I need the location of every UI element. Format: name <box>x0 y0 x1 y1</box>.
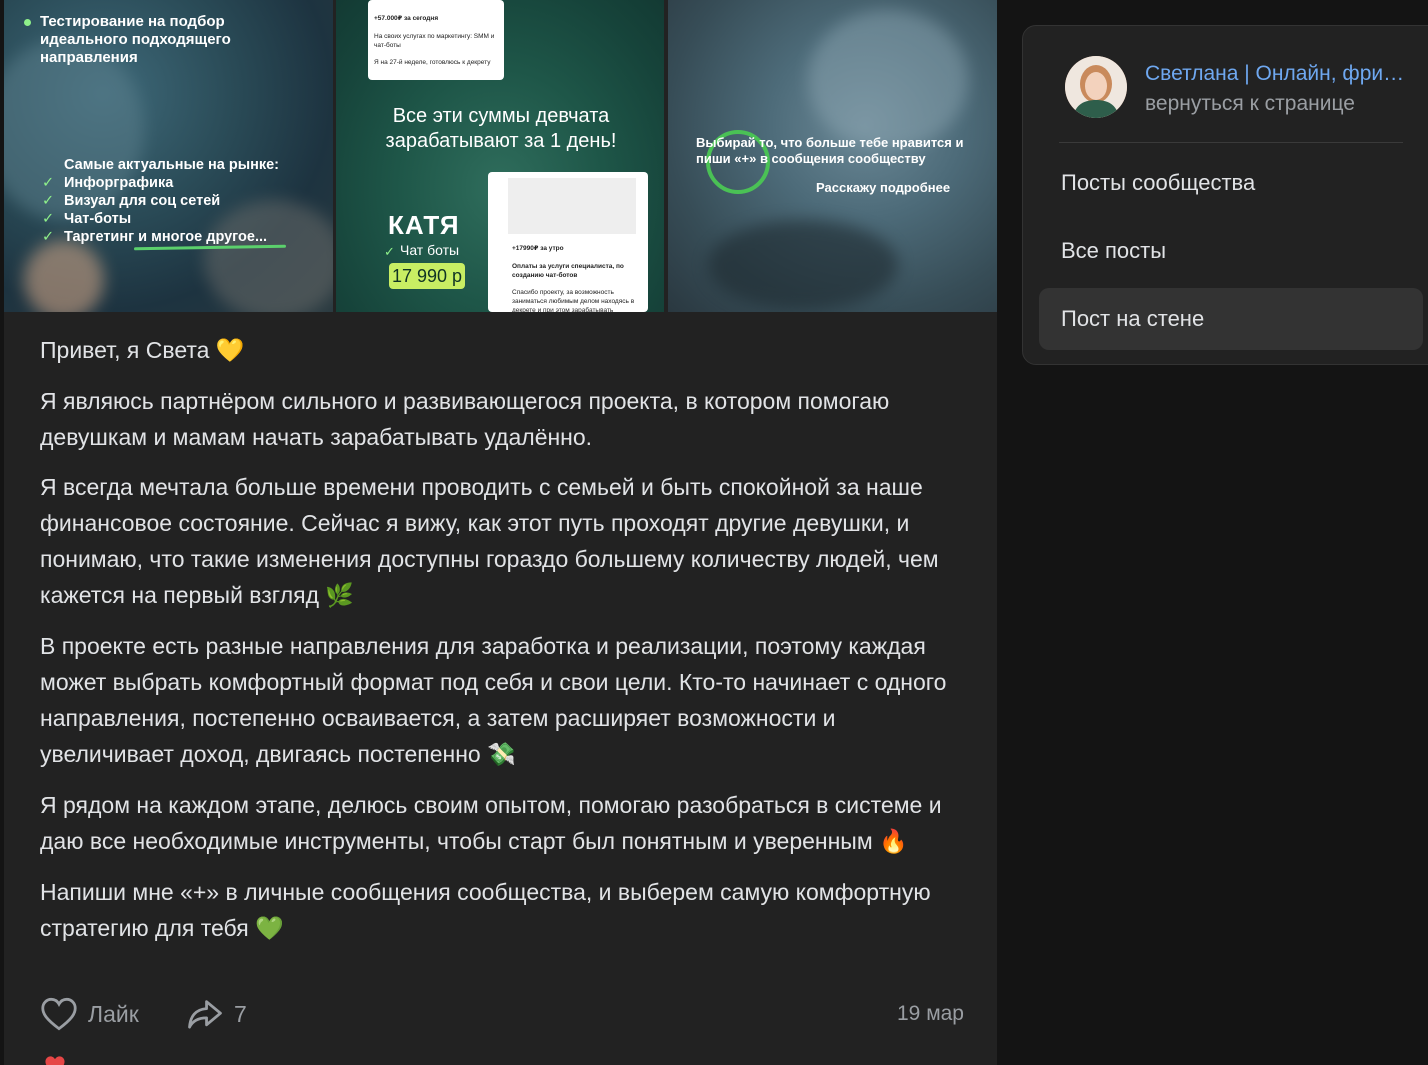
community-side-panel: Светлана | Онлайн, фриланс вернуться к с… <box>1022 25 1428 365</box>
post-paragraph: Привет, я Света 💛 <box>40 332 970 369</box>
reaction-heart-icon <box>40 1055 72 1065</box>
like-button[interactable]: Лайк <box>40 996 139 1032</box>
nav-item-wall-post[interactable]: Пост на стене <box>1039 288 1423 350</box>
post-actions: Лайк 7 19 мар <box>40 994 970 1034</box>
community-name-link[interactable]: Светлана | Онлайн, фриланс <box>1145 62 1413 86</box>
check-icon: ✓ <box>384 244 395 259</box>
phone-text: Спасибо проекту, за возможность занимать… <box>512 289 635 312</box>
community-header[interactable]: Светлана | Онлайн, фриланс вернуться к с… <box>1065 56 1413 120</box>
photo-more-text: Расскажу подробнее <box>816 180 951 195</box>
phone-screenshot: +57.000₽ за сегодня На своих услугах по … <box>368 0 504 80</box>
post-card: Тестирование на подбор идеального подход… <box>4 0 997 1065</box>
photo-text: Выбирай то, что больше тебе нравится и п… <box>696 135 964 166</box>
share-count: 7 <box>234 1000 247 1027</box>
photo-list: Самые актуальные на рынке: ✓ Инфорграфика… <box>42 156 279 246</box>
heart-icon <box>41 997 77 1031</box>
post-paragraph: В проекте есть разные направления для за… <box>40 628 970 773</box>
money-wings-emoji: 💸 <box>487 742 516 768</box>
photo-headline: Все эти суммы девчата зарабатывают за 1 … <box>385 105 617 152</box>
photo-list-heading: Самые актуальные на рынке: <box>64 157 279 173</box>
back-to-page-link[interactable]: вернуться к странице <box>1145 92 1355 116</box>
phone-text: +57.000₽ за сегодня <box>374 15 439 22</box>
post-paragraph: Напиши мне «+» в личные сообщения сообще… <box>40 874 970 947</box>
post-photo-3[interactable]: Выбирай то, что больше тебе нравится и п… <box>668 0 997 312</box>
phone-text: +17990₽ за утро <box>512 245 564 252</box>
nav-item-community-posts[interactable]: Посты сообщества <box>1039 152 1423 214</box>
post-paragraph: Я рядом на каждом этапе, делюсь своим оп… <box>40 787 970 860</box>
divider <box>1059 142 1403 143</box>
community-avatar[interactable] <box>1065 56 1127 118</box>
check-icon: ✓ <box>42 175 55 191</box>
bullet-dot <box>24 19 31 26</box>
photo-list-item: ✓ Таргетинг и многое другое... <box>42 229 268 245</box>
photo-role: Чат боты <box>400 242 460 258</box>
nav-item-all-posts[interactable]: Все посты <box>1039 220 1423 282</box>
phone-text: Я на 27-й неделе, готовлюсь к декрету <box>374 59 491 66</box>
check-icon: ✓ <box>42 211 55 227</box>
share-button[interactable]: 7 <box>186 996 247 1032</box>
post-paragraph: Я являюсь партнёром сильного и развивающ… <box>40 388 890 450</box>
photo-person-name: КАТЯ <box>388 210 460 240</box>
photo-amount: 17 990 р <box>389 263 465 289</box>
post-photos: Тестирование на подбор идеального подход… <box>4 0 997 312</box>
photo-blur <box>808 10 968 150</box>
like-label: Лайк <box>88 1000 139 1027</box>
photo-list-item: ✓ Чат-боты <box>42 211 132 227</box>
phone-text: На своих услугах по маркетингу: SMM и ча… <box>374 33 495 49</box>
fire-emoji: 🔥 <box>879 829 908 855</box>
post-paragraph: Я всегда мечтала больше времени проводит… <box>40 469 970 614</box>
check-icon: ✓ <box>42 229 55 245</box>
post-photo-1[interactable]: Тестирование на подбор идеального подход… <box>4 0 333 312</box>
photo-list-item: ✓ Визуал для соц сетей <box>42 193 221 209</box>
phone-text: Оплаты за услуги специалиста, по создани… <box>512 263 624 279</box>
phone-screenshot: +17990₽ за утро Оплаты за услуги специал… <box>488 172 648 312</box>
phone-form <box>508 178 636 234</box>
photo-blur <box>24 240 104 312</box>
post-date[interactable]: 19 мар <box>897 1002 964 1026</box>
photo-blur <box>708 220 898 310</box>
post-photo-2[interactable]: +57.000₽ за сегодня На своих услугах по … <box>336 0 664 312</box>
yellow-heart-emoji: 💛 <box>215 338 245 364</box>
check-icon: ✓ <box>42 193 55 209</box>
share-arrow-icon <box>188 1000 222 1029</box>
post-text: Привет, я Света 💛 Я являюсь партнёром си… <box>40 332 970 961</box>
herb-emoji: 🌿 <box>325 583 355 609</box>
green-heart-emoji: 💚 <box>255 916 284 942</box>
photo-title: Тестирование на подбор идеального подход… <box>40 13 231 66</box>
photo-list-item: ✓ Инфорграфика <box>42 175 174 191</box>
